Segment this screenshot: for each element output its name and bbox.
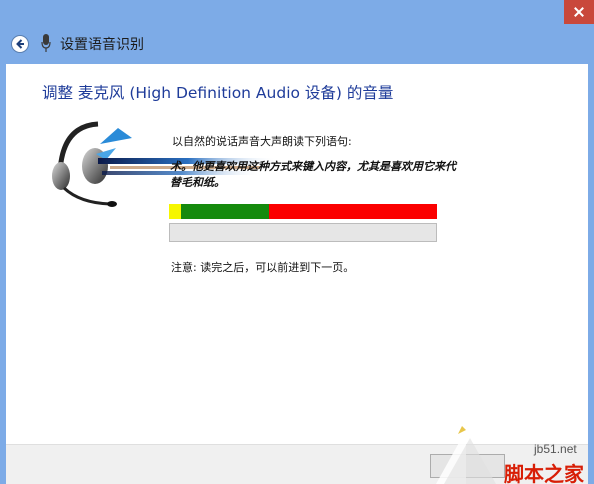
reading-progress-bar [169,223,437,242]
window-title: 设置语音识别 [60,37,144,53]
read-aloud-line-2: 替毛和纸。 [170,176,225,189]
note-text: 注意: 读完之后，可以前进到下一页。 [171,261,355,274]
close-icon[interactable] [564,0,594,24]
volume-level-meter [169,204,437,219]
meter-segment-high [269,204,437,219]
watermark-url: jb51.net [534,442,577,456]
instruction-text: 以自然的说话声音大声朗读下列语句: [172,135,352,148]
meter-segment-low [169,204,181,219]
read-aloud-line-1: 术。他更喜欢用这种方式来键入内容，尤其是喜欢用它来代 [170,160,456,173]
microphone-icon [41,33,51,53]
title-bar [0,0,594,24]
back-arrow-icon[interactable] [11,35,29,53]
page-heading: 调整 麦克风 (High Definition Audio 设备) 的音量 [42,84,394,102]
read-aloud-text: 术。他更喜欢用这种方式来键入内容，尤其是喜欢用它来代 替毛和纸。 [170,159,575,191]
watermark-brand: 脚本之家 [504,462,584,484]
meter-segment-ok [181,204,269,219]
